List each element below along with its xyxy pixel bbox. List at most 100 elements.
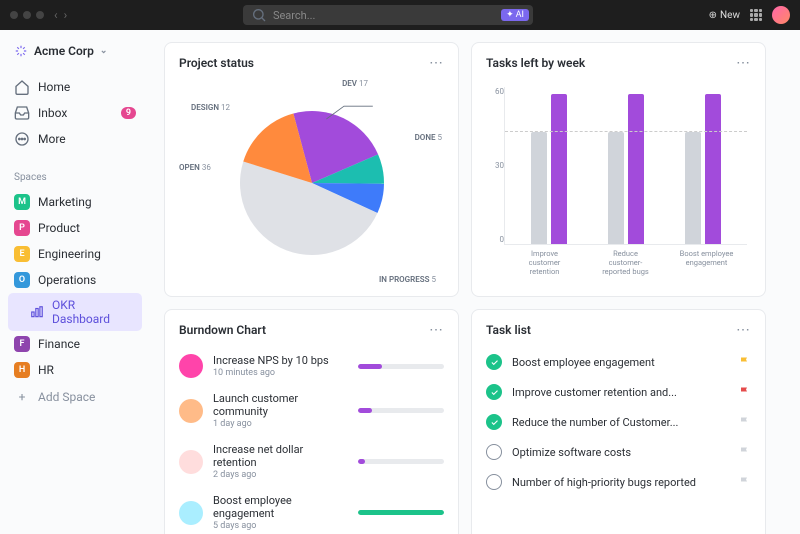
x-label: Boost employee engagement: [677, 249, 737, 276]
back-icon[interactable]: ‹: [54, 8, 58, 22]
flag-icon[interactable]: [739, 356, 751, 368]
task-name: Improve customer retention and...: [512, 386, 729, 399]
okr-label: OKR Dashboard: [52, 298, 136, 326]
card-menu-icon[interactable]: ⋯: [736, 322, 751, 338]
search-input[interactable]: Search... ✦ AI: [243, 5, 533, 25]
burndown-row[interactable]: Increase net dollar retention2 days ago: [179, 443, 444, 480]
task-row[interactable]: Improve customer retention and...: [486, 384, 751, 400]
ai-button[interactable]: ✦ AI: [501, 9, 529, 21]
space-badge: M: [14, 194, 30, 210]
space-label: Product: [38, 221, 80, 235]
nav-arrows[interactable]: ‹ ›: [54, 8, 67, 22]
bar: [608, 132, 624, 244]
pie-label: DESIGN12: [191, 103, 230, 112]
progress-bar: [358, 510, 444, 515]
bar: [685, 132, 701, 244]
check-done-icon[interactable]: [486, 384, 502, 400]
burndown-row[interactable]: Increase NPS by 10 bps10 minutes ago: [179, 354, 444, 378]
card-menu-icon[interactable]: ⋯: [429, 322, 444, 338]
bar: [628, 94, 644, 244]
space-badge: P: [14, 220, 30, 236]
pie-label: IN PROGRESS5: [379, 275, 436, 284]
main-content: Project status ⋯ DEV17 DONE5 IN PROGRESS5 O…: [150, 30, 800, 534]
card-title: Project status: [179, 56, 254, 70]
home-icon: [14, 79, 30, 95]
pie-label: DEV17: [342, 79, 368, 88]
search-placeholder: Search...: [273, 9, 316, 22]
progress-bar: [358, 459, 444, 464]
project-status-card: Project status ⋯ DEV17 DONE5 IN PROGRESS5 O…: [164, 42, 459, 297]
avatar[interactable]: [772, 6, 790, 24]
burndown-row[interactable]: Launch customer community1 day ago: [179, 392, 444, 429]
search-icon: [251, 7, 267, 23]
space-label: Marketing: [38, 195, 92, 209]
task-row[interactable]: Number of high-priority bugs reported: [486, 474, 751, 490]
card-title: Tasks left by week: [486, 56, 585, 70]
pie-label: OPEN36: [179, 163, 211, 172]
y-tick: 60: [495, 87, 504, 96]
burndown-title: Increase net dollar retention: [213, 443, 348, 469]
burndown-time: 2 days ago: [213, 470, 348, 480]
sidebar-space-finance[interactable]: FFinance: [8, 331, 142, 357]
pie-chart: [232, 103, 392, 263]
burndown-time: 10 minutes ago: [213, 368, 348, 378]
burndown-card: Burndown Chart ⋯ Increase NPS by 10 bps1…: [164, 309, 459, 534]
flag-icon[interactable]: [739, 446, 751, 458]
pie-label: DONE5: [415, 133, 442, 142]
flag-icon[interactable]: [739, 416, 751, 428]
card-menu-icon[interactable]: ⋯: [429, 55, 444, 71]
progress-bar: [358, 364, 444, 369]
avatar: [179, 501, 203, 525]
sidebar-space-product[interactable]: P Product: [8, 215, 142, 241]
nav-inbox[interactable]: Inbox 9: [8, 100, 142, 126]
card-menu-icon[interactable]: ⋯: [736, 55, 751, 71]
bar: [705, 94, 721, 244]
apps-icon[interactable]: [750, 9, 762, 21]
nav-home[interactable]: Home: [8, 74, 142, 100]
bar: [551, 94, 567, 244]
chevron-down-icon: ⌄: [100, 46, 108, 56]
spaces-label: Spaces: [8, 168, 142, 187]
sidebar-space-engineering[interactable]: EEngineering: [8, 241, 142, 267]
add-space-button[interactable]: + Add Space: [8, 385, 142, 409]
window-controls[interactable]: [10, 11, 44, 19]
space-label: Engineering: [38, 247, 101, 261]
task-name: Optimize software costs: [512, 446, 729, 459]
burndown-row[interactable]: Boost employee engagement5 days ago: [179, 494, 444, 531]
burndown-time: 5 days ago: [213, 521, 348, 531]
new-button[interactable]: ⊕ New: [709, 10, 740, 21]
tasks-left-card: Tasks left by week ⋯ 60300 Improve custo…: [471, 42, 766, 297]
top-bar: ‹ › Search... ✦ AI ⊕ New: [0, 0, 800, 30]
bar-group: [685, 87, 721, 244]
task-row[interactable]: Optimize software costs: [486, 444, 751, 460]
check-done-icon[interactable]: [486, 354, 502, 370]
space-label: Operations: [38, 273, 96, 287]
progress-bar: [358, 408, 444, 413]
check-open-icon[interactable]: [486, 444, 502, 460]
x-label: Reduce customer-reported bugs: [596, 249, 656, 276]
flag-icon[interactable]: [739, 476, 751, 488]
burndown-title: Increase NPS by 10 bps: [213, 354, 348, 367]
burndown-time: 1 day ago: [213, 419, 348, 429]
sidebar-space-marketing[interactable]: M Marketing: [8, 189, 142, 215]
task-row[interactable]: Boost employee engagement: [486, 354, 751, 370]
burndown-title: Launch customer community: [213, 392, 348, 418]
sidebar-space-hr[interactable]: H HR: [8, 357, 142, 383]
x-label: Improve customer retention: [515, 249, 575, 276]
space-label: HR: [38, 363, 54, 377]
inbox-badge: 9: [121, 107, 136, 119]
card-title: Task list: [486, 323, 531, 337]
sidebar-okr-dashboard[interactable]: OKR Dashboard: [8, 293, 142, 331]
task-row[interactable]: Reduce the number of Customer...: [486, 414, 751, 430]
more-icon: [14, 131, 30, 147]
check-done-icon[interactable]: [486, 414, 502, 430]
flag-icon[interactable]: [739, 386, 751, 398]
space-badge: O: [14, 272, 30, 288]
workspace-selector[interactable]: Acme Corp ⌄: [8, 40, 142, 62]
nav-more[interactable]: More: [8, 126, 142, 152]
check-open-icon[interactable]: [486, 474, 502, 490]
avatar: [179, 399, 203, 423]
space-badge: H: [14, 362, 30, 378]
space-label: Finance: [38, 337, 80, 351]
sidebar-space-operations[interactable]: O Operations: [8, 267, 142, 293]
